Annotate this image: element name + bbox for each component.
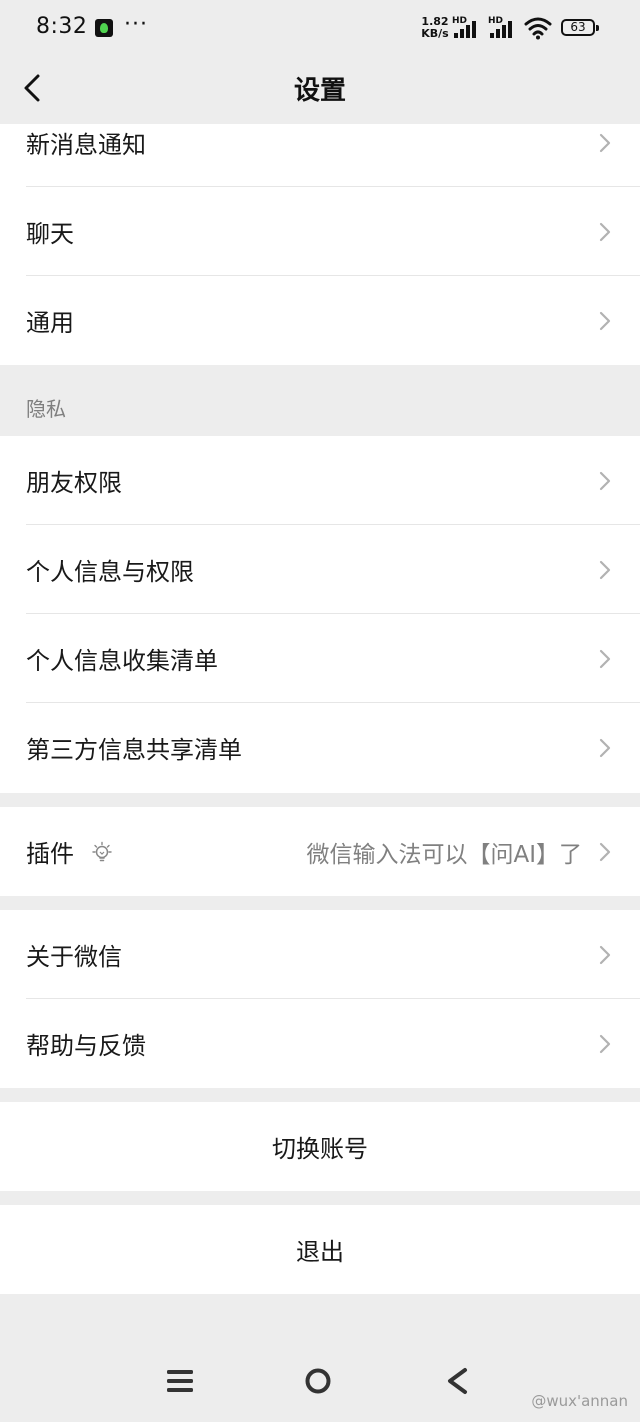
menu-icon[interactable] bbox=[166, 1368, 194, 1394]
settings-item-label: 朋友权限 bbox=[26, 469, 122, 497]
chevron-right-icon bbox=[599, 842, 611, 861]
battery-level: 63 bbox=[570, 20, 586, 34]
settings-item-label: 通用 bbox=[26, 309, 74, 337]
status-bar: 8:32 ··· 1.82 KB/s HD HD 63 bbox=[0, 0, 640, 58]
page-title-visible: 设置 bbox=[293, 76, 346, 106]
settings-item-personal-info-permissions[interactable]: 个人信息与权限 bbox=[0, 525, 640, 614]
signal-strength-icon bbox=[454, 20, 482, 38]
settings-item-general[interactable]: 通用 bbox=[0, 276, 640, 365]
home-icon[interactable] bbox=[304, 1367, 332, 1395]
chevron-right-icon bbox=[599, 133, 611, 152]
settings-item-chat[interactable]: 聊天 bbox=[0, 187, 640, 276]
nav-header-overlay: 设置 bbox=[0, 58, 640, 124]
settings-group-plugins: 插件 微信输入法可以【问AI】了 bbox=[0, 807, 640, 896]
settings-item-label: 帮助与反馈 bbox=[26, 1032, 146, 1060]
logout-button[interactable]: 退出 bbox=[0, 1205, 640, 1294]
settings-group-general: 新消息通知 聊天 通用 bbox=[0, 98, 640, 365]
settings-item-label: 新消息通知 bbox=[26, 131, 146, 159]
settings-group-privacy: 朋友权限 个人信息与权限 个人信息收集清单 第三方信息共享清单 bbox=[0, 436, 640, 793]
status-time: 8:32 bbox=[36, 14, 88, 39]
chevron-right-icon bbox=[599, 738, 611, 757]
settings-item-info-collection-list[interactable]: 个人信息收集清单 bbox=[0, 614, 640, 703]
network-speed: 1.82 KB/s bbox=[418, 16, 452, 40]
settings-item-friend-permissions[interactable]: 朋友权限 bbox=[0, 436, 640, 525]
chevron-right-icon bbox=[599, 471, 611, 490]
settings-item-label: 聊天 bbox=[26, 220, 74, 248]
settings-item-label: 关于微信 bbox=[26, 943, 122, 971]
chevron-right-icon bbox=[599, 649, 611, 668]
lightbulb-icon bbox=[92, 841, 112, 861]
app-notification-icon bbox=[95, 19, 113, 37]
settings-item-plugins[interactable]: 插件 微信输入法可以【问AI】了 bbox=[0, 807, 640, 896]
chevron-right-icon bbox=[599, 560, 611, 579]
plugin-promo-text: 微信输入法可以【问AI】了 bbox=[306, 841, 582, 868]
more-notifications-icon: ··· bbox=[124, 12, 148, 37]
settings-page: 8:32 ··· 1.82 KB/s HD HD 63 新消息通知 聊天 通用 … bbox=[0, 0, 640, 1422]
settings-item-third-party-sharing-list[interactable]: 第三方信息共享清单 bbox=[0, 703, 640, 792]
chevron-right-icon bbox=[599, 1034, 611, 1053]
settings-item-label: 个人信息与权限 bbox=[26, 558, 194, 586]
settings-item-label: 插件 bbox=[26, 840, 74, 868]
section-label-privacy: 隐私 bbox=[26, 397, 66, 421]
settings-group-about: 关于微信 帮助与反馈 bbox=[0, 910, 640, 1088]
network-speed-unit: KB/s bbox=[421, 27, 449, 40]
system-back-icon[interactable] bbox=[444, 1366, 470, 1396]
battery-icon: 63 bbox=[561, 19, 599, 36]
settings-item-label: 第三方信息共享清单 bbox=[26, 736, 242, 764]
settings-item-label: 个人信息收集清单 bbox=[26, 647, 218, 675]
settings-item-about-wechat[interactable]: 关于微信 bbox=[0, 910, 640, 999]
chevron-right-icon bbox=[599, 222, 611, 241]
signal-strength-icon-2 bbox=[490, 20, 518, 38]
switch-account-button[interactable]: 切换账号 bbox=[0, 1102, 640, 1191]
wifi-icon bbox=[524, 17, 552, 40]
chevron-right-icon bbox=[599, 945, 611, 964]
watermark: @wux'annan bbox=[531, 1392, 628, 1410]
chevron-right-icon bbox=[599, 311, 611, 330]
settings-item-help-feedback[interactable]: 帮助与反馈 bbox=[0, 999, 640, 1088]
